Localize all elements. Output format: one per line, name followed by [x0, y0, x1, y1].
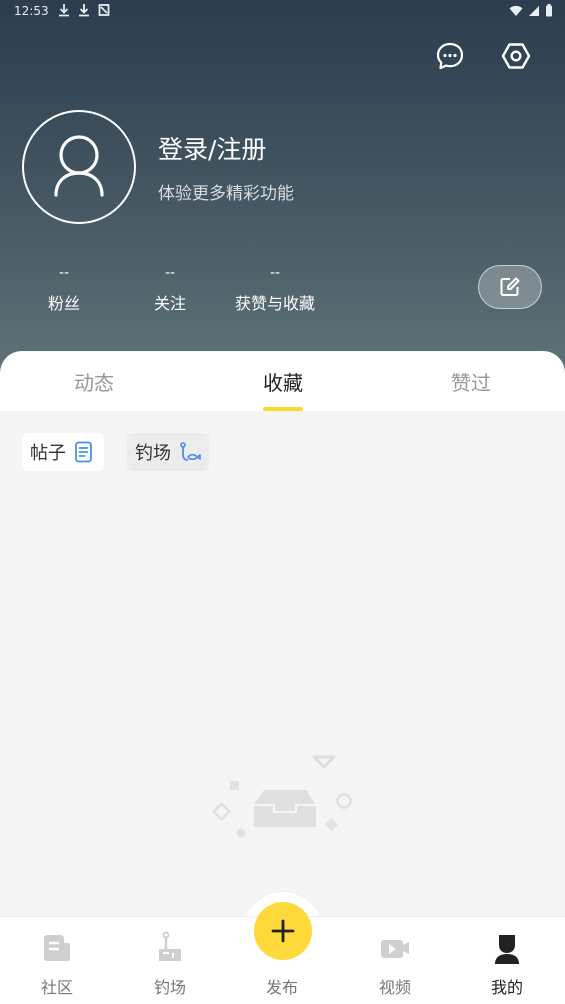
stat-value: --	[164, 265, 176, 281]
community-icon	[44, 935, 70, 961]
stat-fans[interactable]: -- 粉丝	[34, 262, 94, 314]
status-time: 12:53	[14, 4, 49, 18]
wifi-icon	[509, 5, 523, 16]
signal-icon	[529, 5, 539, 16]
message-icon[interactable]	[434, 40, 466, 72]
plus-icon	[271, 919, 295, 943]
nav-item-community[interactable]: 社区	[12, 917, 102, 1004]
nav-label: 视频	[378, 978, 411, 997]
download-icon	[59, 4, 69, 17]
download-icon	[79, 4, 89, 17]
nav-label: 我的	[490, 978, 523, 997]
stat-value: --	[58, 265, 70, 281]
tab-collections[interactable]: 收藏	[243, 367, 323, 396]
stat-following[interactable]: -- 关注	[140, 262, 200, 314]
video-icon	[381, 940, 409, 958]
user-placeholder-icon	[54, 135, 104, 197]
app-notification-icon	[98, 4, 110, 16]
nav-label: 钓场	[153, 978, 186, 997]
login-subtitle: 体验更多精彩功能	[158, 184, 294, 204]
chip-label: 钓场	[135, 443, 171, 464]
nav-item-fishing-spots[interactable]: 钓场	[125, 917, 215, 1004]
settings-icon[interactable]	[500, 40, 532, 72]
status-notification-icons	[58, 3, 110, 17]
fishing-spot-icon	[159, 931, 181, 961]
profile-header: 12:53 登录/注册 体验更多精彩功能 -- 粉丝 -- 关注 -- 获赞与收…	[0, 0, 565, 380]
chip-label: 帖子	[30, 443, 66, 464]
edit-profile-button[interactable]	[478, 265, 542, 309]
collections-content: 帖子 钓场	[0, 411, 565, 916]
filter-chip-fishing-spots[interactable]: 钓场	[127, 433, 209, 471]
nav-label: 社区	[40, 978, 73, 997]
battery-icon	[546, 4, 552, 17]
tab-dynamics[interactable]: 动态	[54, 367, 134, 396]
avatar[interactable]	[22, 110, 136, 224]
publish-button[interactable]	[254, 902, 312, 960]
stat-value: --	[269, 265, 281, 281]
profile-tabs: 动态 收藏 赞过	[0, 351, 565, 411]
edit-icon	[500, 277, 520, 296]
stat-label: 粉丝	[47, 294, 80, 313]
document-icon	[75, 441, 92, 463]
status-system-icons	[509, 4, 553, 17]
login-register-link[interactable]: 登录/注册	[158, 130, 266, 166]
status-bar: 12:53	[0, 0, 565, 24]
tab-liked[interactable]: 赞过	[431, 367, 511, 396]
fishing-spot-icon	[180, 442, 201, 461]
profile-icon	[495, 935, 519, 964]
nav-label: 发布	[265, 978, 298, 997]
stat-likes-collections[interactable]: -- 获赞与收藏	[225, 262, 325, 314]
filter-chip-posts[interactable]: 帖子	[22, 433, 104, 471]
empty-box-icon	[211, 755, 352, 838]
stat-label: 关注	[153, 294, 186, 313]
nav-item-mine[interactable]: 我的	[462, 917, 552, 1004]
nav-item-video[interactable]: 视频	[350, 917, 440, 1004]
stat-label: 获赞与收藏	[234, 294, 315, 313]
